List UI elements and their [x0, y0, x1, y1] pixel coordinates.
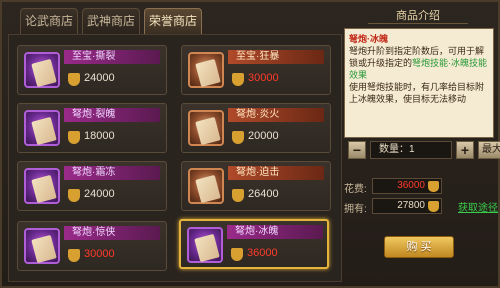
- tab-honor-shop[interactable]: 荣誉商店: [144, 8, 202, 34]
- quantity-field[interactable]: 数量：1: [370, 141, 452, 159]
- item-name: 弩炮·迫击: [228, 166, 324, 180]
- increase-button[interactable]: +: [456, 141, 474, 159]
- item-icon: [187, 227, 223, 263]
- honor-medal-icon: [428, 201, 439, 212]
- get-source-link[interactable]: 获取途径: [458, 199, 498, 214]
- item-card[interactable]: 弩炮·迫击 26400: [181, 161, 331, 211]
- scroll-icon: [195, 58, 221, 88]
- scroll-icon: [31, 58, 57, 88]
- item-price: 30000: [84, 248, 115, 260]
- scroll-icon: [31, 234, 57, 264]
- honor-medal-icon: [232, 73, 244, 86]
- item-icon: [188, 110, 224, 146]
- honor-medal-icon: [232, 131, 244, 144]
- item-icon: [24, 228, 60, 264]
- item-icon: [188, 52, 224, 88]
- detail-header: 商品介绍: [368, 8, 468, 24]
- item-card[interactable]: 至宝·狂暴 30000: [181, 45, 331, 95]
- scroll-icon: [195, 174, 221, 204]
- owned-box: 27800: [372, 198, 442, 214]
- scroll-icon: [31, 174, 57, 204]
- item-card[interactable]: 弩炮·裂魄 18000: [17, 103, 167, 153]
- scroll-icon: [194, 233, 220, 263]
- detail-title: 弩炮·冰魄: [349, 34, 388, 44]
- item-card[interactable]: 弩炮·炎火 20000: [181, 103, 331, 153]
- item-card[interactable]: 至宝·撕裂 24000: [17, 45, 167, 95]
- item-name: 至宝·撕裂: [64, 50, 160, 64]
- honor-medal-icon: [231, 248, 243, 261]
- item-card[interactable]: 弩炮·惊侠 30000: [17, 221, 167, 271]
- honor-medal-icon: [428, 181, 439, 192]
- item-name: 弩炮·炎火: [228, 108, 324, 122]
- shop-tabs: 论武商店 武神商店 荣誉商店: [20, 8, 202, 34]
- item-card-selected[interactable]: 弩炮·冰魄 36000: [179, 219, 329, 269]
- item-price: 36000: [247, 247, 278, 259]
- quantity-value: 1: [409, 144, 415, 155]
- owned-value: 27800: [397, 200, 425, 211]
- buy-button[interactable]: 购 买: [384, 236, 454, 258]
- item-icon: [188, 168, 224, 204]
- scroll-icon: [195, 116, 221, 146]
- item-price: 18000: [84, 130, 115, 142]
- max-button[interactable]: 最大: [478, 141, 500, 159]
- honor-medal-icon: [68, 249, 80, 262]
- owned-label: 拥有:: [344, 204, 367, 215]
- honor-medal-icon: [68, 131, 80, 144]
- tab-lunwu-shop[interactable]: 论武商店: [20, 8, 78, 34]
- item-icon: [24, 110, 60, 146]
- item-card[interactable]: 弩炮·霜冻 24000: [17, 161, 167, 211]
- item-icon: [24, 52, 60, 88]
- item-list: 至宝·撕裂 24000 至宝·狂暴 30000 弩炮·裂魄 18000 弩炮·炎…: [8, 34, 342, 282]
- tab-wushen-shop[interactable]: 武神商店: [82, 8, 140, 34]
- item-name: 弩炮·霜冻: [64, 166, 160, 180]
- honor-medal-icon: [232, 189, 244, 202]
- item-name: 弩炮·冰魄: [227, 225, 323, 239]
- quantity-label: 数量：: [379, 144, 409, 155]
- cost-value: 36000: [397, 180, 425, 191]
- cost-box: 36000: [372, 178, 442, 194]
- item-name: 弩炮·惊侠: [64, 226, 160, 240]
- quantity-stepper: − 数量：1 + 最大: [348, 141, 500, 159]
- decrease-button[interactable]: −: [348, 141, 366, 159]
- honor-medal-icon: [68, 189, 80, 202]
- item-price: 26400: [248, 188, 279, 200]
- item-price: 24000: [84, 72, 115, 84]
- honor-medal-icon: [68, 73, 80, 86]
- scroll-icon: [31, 116, 57, 146]
- item-price: 20000: [248, 130, 279, 142]
- item-icon: [24, 168, 60, 204]
- cost-label: 花费:: [344, 184, 367, 195]
- item-name: 至宝·狂暴: [228, 50, 324, 64]
- item-price: 24000: [84, 188, 115, 200]
- item-price: 30000: [248, 72, 279, 84]
- detail-line2: 使用弩炮技能时，有几率给目标附上冰魄效果，使目标无法移动: [349, 82, 485, 104]
- item-description: 弩炮·冰魄 弩炮升阶到指定阶数后，可用于解锁或升级指定的弩炮技能·冰魄技能效果 …: [344, 28, 494, 138]
- item-name: 弩炮·裂魄: [64, 108, 160, 122]
